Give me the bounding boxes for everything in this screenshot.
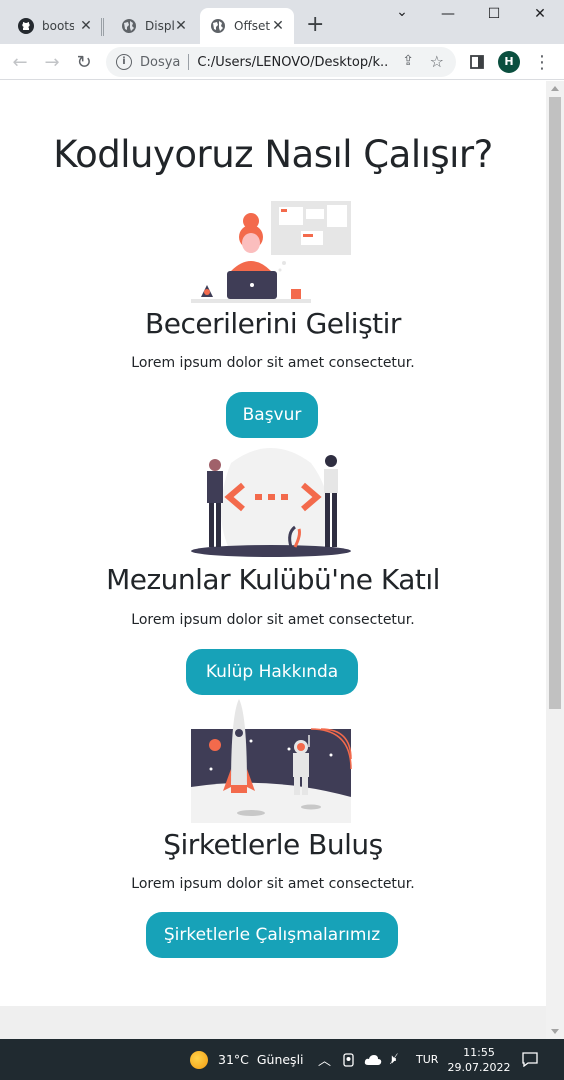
- tab-offset[interactable]: Offset ✕: [200, 8, 294, 44]
- page-content: Kodluyoruz Nasıl Çalışır? Becerilerini G…: [0, 81, 546, 1039]
- globe-icon: [210, 18, 226, 34]
- section-text: Lorem ipsum dolor sit amet consectetur.: [131, 876, 415, 892]
- bookmark-star-icon[interactable]: ☆: [430, 52, 444, 71]
- notification-icon[interactable]: [522, 1039, 538, 1080]
- companies-illustration: [191, 695, 353, 825]
- language-indicator[interactable]: TUR: [416, 1039, 438, 1080]
- reload-button[interactable]: ↻: [72, 50, 96, 74]
- weather-text: 31°C Güneşli: [218, 1052, 304, 1067]
- alumni-illustration: [191, 443, 353, 559]
- scroll-down-arrow-icon[interactable]: [551, 1029, 559, 1034]
- skills-illustration: [191, 199, 353, 304]
- page-heading: Kodluyoruz Nasıl Çalışır?: [53, 133, 493, 176]
- close-tab-icon[interactable]: ✕: [173, 18, 189, 34]
- info-icon[interactable]: i: [116, 54, 132, 70]
- tab-title: bootstrap: [42, 19, 74, 33]
- close-window-button[interactable]: ✕: [530, 6, 550, 22]
- section-text: Lorem ipsum dolor sit amet consectetur.: [131, 612, 415, 628]
- github-icon: [18, 18, 34, 34]
- maximize-button[interactable]: ☐: [484, 6, 504, 22]
- clock-time: 11:55: [463, 1045, 495, 1059]
- speaker-muted-icon[interactable]: 🕨̸: [388, 1039, 396, 1080]
- divider: [188, 54, 190, 70]
- scroll-up-arrow-icon[interactable]: [551, 86, 559, 91]
- footer-band: [0, 1006, 546, 1039]
- sun-icon: [190, 1050, 208, 1069]
- security-label: Dosya: [140, 54, 181, 70]
- scrollbar-thumb[interactable]: [549, 97, 561, 709]
- globe-icon: [121, 18, 137, 34]
- tab-strip: bootstrap ✕ Display ✕ Offset ✕ + ⌄ — ☐ ✕: [0, 0, 564, 44]
- tab-title: Offset: [234, 19, 271, 33]
- meet-now-icon[interactable]: [342, 1039, 356, 1080]
- vertical-scrollbar[interactable]: [546, 81, 564, 1039]
- section-text: Lorem ipsum dolor sit amet consectetur.: [131, 355, 415, 371]
- section-title: Şirketlerle Buluş: [163, 828, 383, 861]
- chevron-up-icon[interactable]: ︿: [318, 1039, 331, 1080]
- new-tab-button[interactable]: +: [306, 14, 324, 36]
- onedrive-cloud-icon[interactable]: [364, 1039, 382, 1080]
- clock-date: 29.07.2022: [447, 1060, 511, 1074]
- back-button[interactable]: ←: [8, 50, 32, 74]
- tab-title: Display: [145, 19, 175, 33]
- browser-toolbar: ← → ↻ i Dosya C:/Users/LENOVO/Desktop/k.…: [0, 44, 564, 80]
- club-about-button[interactable]: Kulüp Hakkında: [186, 649, 358, 695]
- forward-button[interactable]: →: [40, 50, 64, 74]
- companies-work-button[interactable]: Şirketlerle Çalışmalarımız: [146, 912, 398, 958]
- minimize-button[interactable]: —: [438, 6, 458, 22]
- tab-display[interactable]: Display ✕: [103, 8, 197, 44]
- close-tab-icon[interactable]: ✕: [78, 18, 94, 34]
- side-panel-icon[interactable]: [465, 50, 489, 74]
- close-tab-icon[interactable]: ✕: [270, 18, 286, 34]
- tab-search-chevron-icon[interactable]: ⌄: [392, 4, 412, 20]
- clock[interactable]: 11:55 29.07.2022: [447, 1039, 511, 1080]
- share-icon[interactable]: ⇪: [402, 53, 414, 69]
- section-title: Becerilerini Geliştir: [145, 307, 401, 340]
- menu-kebab-icon[interactable]: ⋮: [530, 50, 554, 74]
- windows-taskbar: 31°C Güneşli ︿ 🕨̸ TUR 11:55 29.07.2022: [0, 1039, 564, 1080]
- url-text[interactable]: C:/Users/LENOVO/Desktop/k...: [197, 55, 389, 70]
- section-title: Mezunlar Kulübü'ne Katıl: [106, 563, 440, 596]
- address-bar[interactable]: i Dosya C:/Users/LENOVO/Desktop/k... ⇪ ☆: [106, 47, 456, 77]
- apply-button[interactable]: Başvur: [226, 392, 318, 438]
- tab-bootstrap[interactable]: bootstrap ✕: [0, 8, 102, 44]
- profile-avatar[interactable]: H: [498, 51, 520, 73]
- weather-widget[interactable]: 31°C Güneşli: [190, 1039, 304, 1080]
